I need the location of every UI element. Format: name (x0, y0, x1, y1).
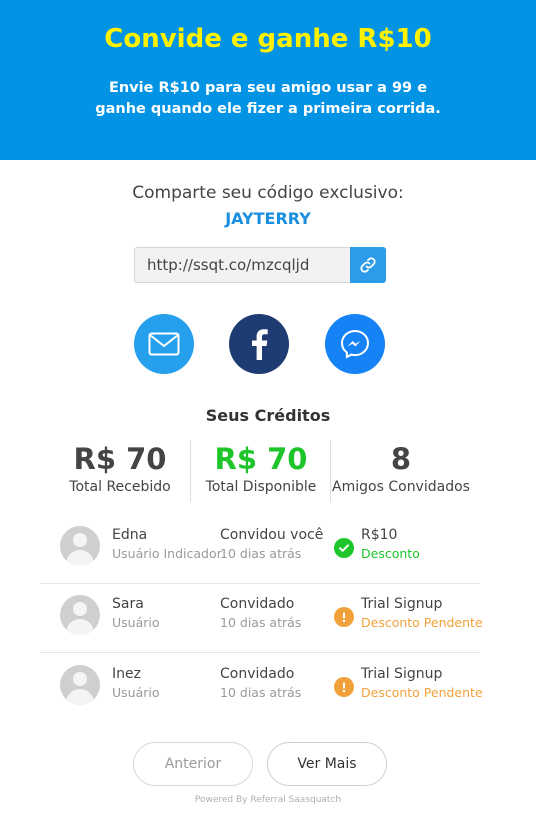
previous-button[interactable]: Anterior (133, 742, 253, 786)
referral-status-detail: Desconto Pendente (361, 615, 483, 630)
referral-time: 10 dias atrás (220, 685, 302, 700)
referral-status-detail: Desconto (361, 546, 420, 561)
stat-value: 8 (390, 442, 412, 476)
copy-link-button[interactable] (350, 247, 386, 283)
envelope-icon (148, 332, 180, 356)
referral-row: Edna Usuário Indicador Convidou você 10 … (40, 514, 480, 584)
referral-code: JAYTERRY (225, 209, 311, 228)
referral-action: Convidou você (220, 527, 324, 543)
referral-role: Usuário (112, 615, 160, 630)
referral-status: Trial Signup (361, 596, 443, 612)
header-description-line-1: Envie R$10 para seu amigo usar a 99 e (108, 80, 428, 96)
page-title: Convide e ganhe R$10 (104, 24, 432, 54)
exclamation-icon (334, 677, 354, 697)
share-messenger-button[interactable] (325, 314, 385, 374)
referral-role: Usuário (112, 685, 160, 700)
referral-status-detail: Desconto Pendente (361, 685, 483, 700)
link-icon (360, 257, 376, 273)
referral-name: Sara (112, 596, 144, 612)
referral-time: 10 dias atrás (220, 615, 302, 630)
share-label: Comparte seu código exclusivo: (132, 183, 404, 203)
share-link-field[interactable]: http://ssqt.co/mzcqljd (134, 247, 350, 283)
referral-name: Inez (112, 666, 141, 682)
avatar (60, 595, 100, 635)
avatar (60, 665, 100, 705)
stat-label: Total Disponible (205, 479, 317, 495)
stat-value: R$ 70 (73, 442, 167, 476)
credits-title: Seus Créditos (205, 406, 331, 425)
see-more-button[interactable]: Ver Mais (267, 742, 387, 786)
share-email-button[interactable] (134, 314, 194, 374)
messenger-icon (340, 329, 370, 359)
referral-time: 10 dias atrás (220, 546, 302, 561)
check-icon (334, 538, 354, 558)
stat-label: Amigos Convidados (332, 479, 470, 495)
stat-value: R$ 70 (214, 442, 308, 476)
header-description: Envie R$10 para seu amigo usar a 99 e ga… (0, 78, 536, 120)
stat-total-available: R$ 70 Total Disponible (191, 440, 331, 495)
share-link-box: http://ssqt.co/mzcqljd (134, 247, 386, 283)
referral-action: Convidado (220, 666, 295, 682)
referral-action: Convidado (220, 596, 295, 612)
referral-status: Trial Signup (361, 666, 443, 682)
stat-label: Total Recebido (69, 479, 171, 495)
referral-row: Sara Usuário Convidado 10 dias atrás Tri… (40, 583, 483, 653)
powered-by-footer[interactable]: Powered By Referral Saasquatch (0, 795, 536, 805)
avatar (60, 526, 100, 566)
stat-total-received: R$ 70 Total Recebido (50, 440, 190, 495)
share-facebook-button[interactable] (229, 314, 289, 374)
referral-row: Inez Usuário Convidado 10 dias atrás Tri… (40, 653, 483, 723)
facebook-icon (252, 329, 268, 360)
referral-name: Edna (112, 527, 148, 543)
header-description-line-2: ganhe quando ele fizer a primeira corrid… (95, 101, 441, 117)
stat-friends-invited: 8 Amigos Convidados (331, 440, 471, 495)
referral-status: R$10 (361, 527, 398, 543)
referral-role: Usuário Indicador (112, 546, 222, 561)
header-banner: Convide e ganhe R$10 Envie R$10 para seu… (0, 0, 536, 160)
exclamation-icon (334, 607, 354, 627)
